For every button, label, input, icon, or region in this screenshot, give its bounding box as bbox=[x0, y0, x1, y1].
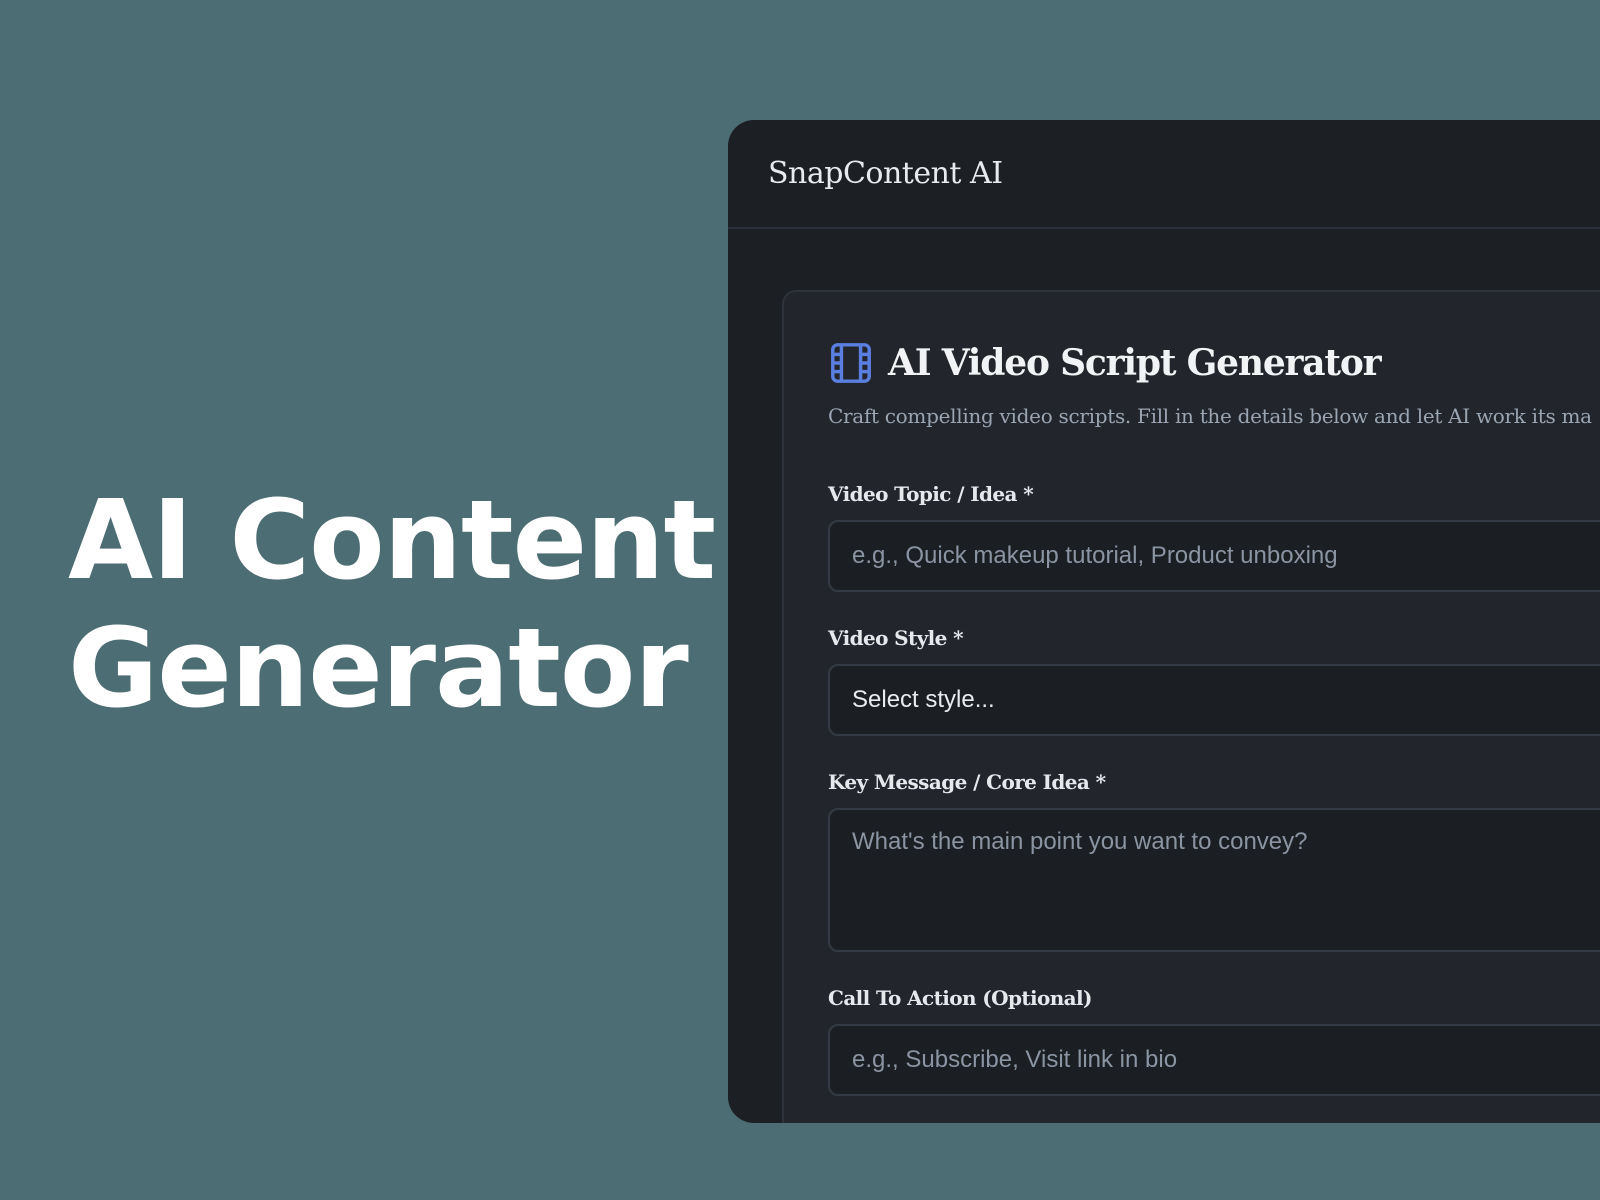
generator-card: AI Video Script Generator Craft compelli… bbox=[782, 290, 1600, 1123]
app-window: SnapContent AI AI Video Script Generator bbox=[728, 120, 1600, 1123]
hero-line-1: AI Content bbox=[68, 476, 716, 604]
key-message-textarea[interactable]: What's the main point you want to convey… bbox=[828, 808, 1600, 952]
app-header: SnapContent AI bbox=[728, 120, 1600, 229]
video-topic-input[interactable]: e.g., Quick makeup tutorial, Product unb… bbox=[828, 520, 1600, 592]
video-style-value: Select style... bbox=[852, 686, 995, 713]
call-to-action-input[interactable]: e.g., Subscribe, Visit link in bio bbox=[828, 1024, 1600, 1096]
card-subtitle: Craft compelling video scripts. Fill in … bbox=[828, 404, 1592, 428]
key-message-placeholder: What's the main point you want to convey… bbox=[852, 828, 1308, 855]
hero-line-2: Generator bbox=[68, 604, 689, 732]
call-to-action-placeholder: e.g., Subscribe, Visit link in bio bbox=[852, 1046, 1178, 1073]
video-style-select[interactable]: Select style... bbox=[828, 664, 1600, 736]
film-icon bbox=[831, 343, 871, 383]
hero-heading: AI Content Generator bbox=[68, 476, 716, 732]
card-title: AI Video Script Generator bbox=[888, 342, 1382, 384]
card-header: AI Video Script Generator bbox=[828, 340, 1382, 386]
call-to-action-label: Call To Action (Optional) bbox=[828, 986, 1093, 1010]
key-message-label: Key Message / Core Idea * bbox=[828, 770, 1106, 794]
video-style-label: Video Style * bbox=[828, 626, 964, 650]
video-topic-label: Video Topic / Idea * bbox=[828, 482, 1034, 506]
video-topic-placeholder: e.g., Quick makeup tutorial, Product unb… bbox=[852, 542, 1338, 569]
brand-name[interactable]: SnapContent AI bbox=[768, 156, 1003, 191]
